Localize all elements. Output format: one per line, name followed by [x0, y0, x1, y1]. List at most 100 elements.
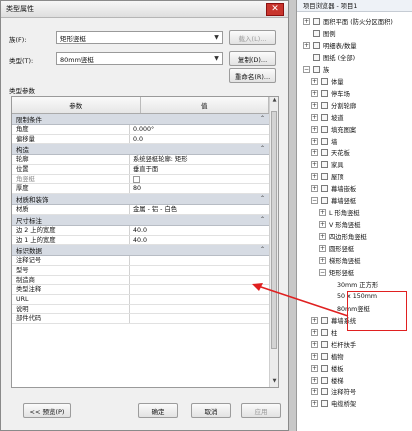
- expand-icon[interactable]: +: [311, 185, 318, 193]
- expand-icon[interactable]: +: [311, 113, 318, 121]
- tree-item[interactable]: + 停车场: [311, 88, 350, 99]
- apply-button[interactable]: 应用: [241, 403, 281, 418]
- type-select[interactable]: 80mm竖梃 ▼: [56, 52, 223, 65]
- param-value[interactable]: [130, 295, 269, 304]
- expand-icon[interactable]: +: [311, 125, 318, 133]
- expand-icon[interactable]: +: [311, 89, 318, 97]
- param-value[interactable]: 0.0: [130, 135, 269, 144]
- param-row[interactable]: 制造商: [12, 275, 269, 286]
- scroll-up-icon[interactable]: ▲: [270, 97, 278, 106]
- cancel-button[interactable]: 取消: [191, 403, 231, 418]
- expand-icon[interactable]: +: [311, 101, 318, 109]
- tree-item[interactable]: + 注释符号: [311, 386, 356, 397]
- param-value[interactable]: 金属 - 铝 - 白色: [130, 205, 269, 214]
- tree-item[interactable]: + 梯形角竖梃: [319, 255, 360, 266]
- tree-item[interactable]: + 屋顶: [311, 171, 344, 182]
- close-button[interactable]: ✕: [266, 3, 284, 16]
- expand-icon[interactable]: +: [311, 352, 318, 360]
- param-value[interactable]: [130, 276, 269, 285]
- param-group-header[interactable]: 材质和装饰 ⌃: [12, 194, 269, 206]
- param-row[interactable]: 说明: [12, 304, 269, 315]
- tree-item[interactable]: + 植物: [311, 351, 344, 362]
- param-row[interactable]: 类型注释: [12, 285, 269, 295]
- tree-item[interactable]: 图纸 (全部): [303, 52, 355, 63]
- param-checkbox[interactable]: [133, 175, 140, 183]
- param-group-header[interactable]: 标识数据 ⌃: [12, 245, 269, 257]
- param-row[interactable]: 角度 0.000°: [12, 125, 269, 135]
- expand-icon[interactable]: +: [311, 400, 318, 408]
- grid-scrollbar[interactable]: ▲ ▼: [269, 97, 278, 387]
- expand-icon[interactable]: +: [311, 376, 318, 384]
- param-group-header[interactable]: 构造 ⌃: [12, 144, 269, 156]
- tree-item[interactable]: + 电缆桥架: [311, 398, 356, 409]
- tree-item[interactable]: + 明细表/数量: [303, 40, 357, 51]
- param-value[interactable]: [130, 285, 269, 294]
- tree-item[interactable]: + 墙: [311, 136, 337, 147]
- scroll-down-icon[interactable]: ▼: [270, 378, 278, 387]
- tree-item[interactable]: − 矩形竖梃: [319, 267, 354, 278]
- param-row[interactable]: URL: [12, 294, 269, 305]
- tree-item[interactable]: + 四边形角竖梃: [319, 231, 367, 242]
- param-value[interactable]: [130, 256, 269, 265]
- param-group-header[interactable]: 尺寸标注 ⌃: [12, 214, 269, 226]
- collapse-icon[interactable]: ⌃: [260, 145, 265, 152]
- expand-icon[interactable]: +: [303, 41, 310, 49]
- collapse-icon[interactable]: ⌃: [260, 216, 265, 223]
- param-group-header[interactable]: 限制条件 ⌃: [12, 114, 269, 125]
- tree-item[interactable]: + 楼板: [311, 363, 344, 374]
- expand-icon[interactable]: +: [319, 257, 326, 264]
- expand-icon[interactable]: +: [311, 173, 318, 181]
- param-row[interactable]: 材质 金属 - 铝 - 白色: [12, 205, 269, 215]
- ok-button[interactable]: 确定: [138, 403, 178, 418]
- param-row[interactable]: 厚度 80: [12, 184, 269, 195]
- tree-item[interactable]: + 楼梯: [311, 375, 344, 386]
- tree-item[interactable]: + 面积平面 (防火分区面积): [303, 16, 393, 27]
- expand-icon[interactable]: +: [303, 18, 310, 25]
- tree-item[interactable]: − 族: [303, 64, 329, 75]
- family-select[interactable]: 矩形竖梃 ▼: [56, 31, 223, 44]
- expand-icon[interactable]: +: [311, 328, 318, 336]
- tree-item[interactable]: + 填充图案: [311, 124, 356, 135]
- tree-item[interactable]: + 家具: [311, 159, 344, 170]
- param-row[interactable]: 位置 垂直于面: [12, 165, 269, 175]
- collapse-icon[interactable]: −: [303, 65, 310, 73]
- tree-item[interactable]: + 分割轮廓: [311, 100, 356, 111]
- tree-item[interactable]: 图例: [303, 28, 336, 39]
- collapse-icon[interactable]: −: [319, 268, 326, 276]
- expand-icon[interactable]: +: [319, 209, 326, 217]
- param-value[interactable]: 垂直于面: [130, 165, 269, 174]
- tree-item[interactable]: + 柱: [311, 327, 337, 338]
- expand-icon[interactable]: +: [311, 316, 318, 324]
- param-row[interactable]: 型号: [12, 265, 269, 276]
- expand-icon[interactable]: +: [311, 161, 318, 169]
- tree-item[interactable]: + 幕墙嵌板: [311, 183, 356, 194]
- expand-icon[interactable]: +: [311, 388, 318, 396]
- param-row[interactable]: 注释记号: [12, 256, 269, 266]
- expand-icon[interactable]: +: [311, 340, 318, 348]
- param-value[interactable]: [130, 175, 269, 184]
- collapse-icon[interactable]: ⌃: [260, 195, 265, 202]
- duplicate-button[interactable]: 复制(D)...: [229, 51, 276, 66]
- param-row[interactable]: 轮廓 系统竖梃轮廓: 矩形: [12, 155, 269, 166]
- expand-icon[interactable]: +: [311, 77, 318, 85]
- collapse-icon[interactable]: ⌃: [260, 246, 265, 253]
- tree-item[interactable]: + V 形角竖梃: [319, 219, 361, 230]
- param-row[interactable]: 偏移量 0.0: [12, 134, 269, 145]
- param-value[interactable]: [130, 314, 269, 323]
- tree-item[interactable]: + 坡道: [311, 112, 344, 123]
- expand-icon[interactable]: +: [311, 364, 318, 372]
- expand-icon[interactable]: +: [311, 137, 318, 145]
- tree-item[interactable]: 30mm 正方形: [327, 279, 378, 290]
- param-row[interactable]: 边 2 上的宽度 40.0: [12, 225, 269, 236]
- param-value[interactable]: 40.0: [130, 236, 269, 245]
- tree-item[interactable]: + 圆形竖梃: [319, 243, 354, 254]
- param-value[interactable]: [130, 266, 269, 275]
- tree-item[interactable]: + 天花板: [311, 147, 350, 158]
- load-button[interactable]: 载入(L)...: [229, 30, 276, 45]
- tree-item[interactable]: + L 形角竖梃: [319, 207, 360, 218]
- collapse-icon[interactable]: ⌃: [260, 115, 265, 122]
- param-row[interactable]: 边 1 上的宽度 40.0: [12, 235, 269, 246]
- tree-item[interactable]: + 栏杆扶手: [311, 339, 356, 350]
- scrollbar-thumb[interactable]: [271, 111, 277, 349]
- expand-icon[interactable]: +: [319, 245, 326, 253]
